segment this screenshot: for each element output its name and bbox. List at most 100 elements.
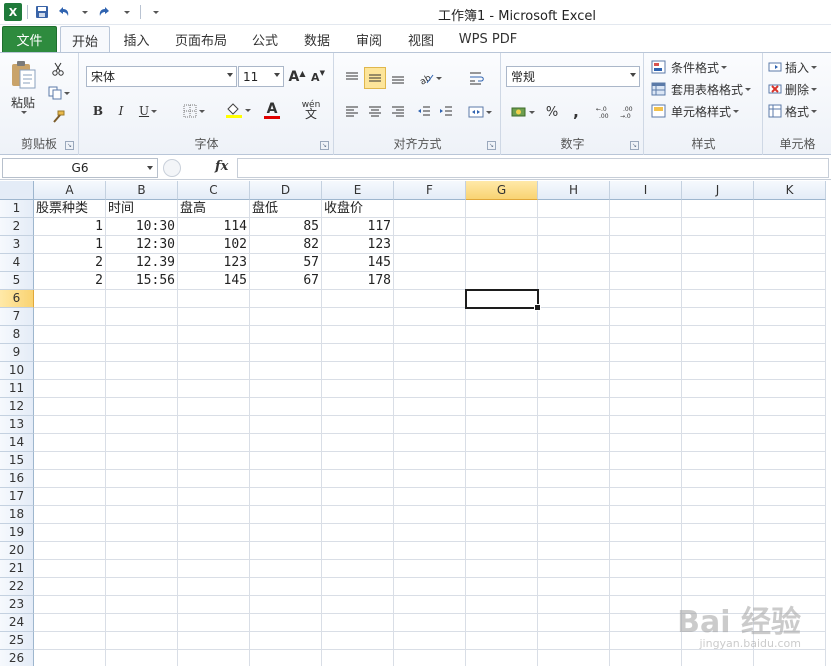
cell-d13[interactable] xyxy=(250,416,322,434)
cell-g25[interactable] xyxy=(466,632,538,650)
cell-e3[interactable]: 123 xyxy=(322,236,394,254)
undo-icon[interactable] xyxy=(54,3,72,21)
cell-g8[interactable] xyxy=(466,326,538,344)
wrap-text-button[interactable] xyxy=(465,67,489,89)
cell-j5[interactable] xyxy=(682,272,754,290)
cell-h5[interactable] xyxy=(538,272,610,290)
row-header-24[interactable]: 24 xyxy=(0,614,34,632)
cell-h26[interactable] xyxy=(538,650,610,666)
cell-e6[interactable] xyxy=(322,290,394,308)
cell-k13[interactable] xyxy=(754,416,826,434)
cell-g13[interactable] xyxy=(466,416,538,434)
cell-g21[interactable] xyxy=(466,560,538,578)
cell-b23[interactable] xyxy=(106,596,178,614)
cell-f24[interactable] xyxy=(394,614,466,632)
cell-d23[interactable] xyxy=(250,596,322,614)
cell-i10[interactable] xyxy=(610,362,682,380)
cell-c1[interactable]: 盘高 xyxy=(178,200,250,218)
cell-j20[interactable] xyxy=(682,542,754,560)
cell-c23[interactable] xyxy=(178,596,250,614)
cell-b17[interactable] xyxy=(106,488,178,506)
cell-b6[interactable] xyxy=(106,290,178,308)
grow-font-button[interactable]: A ▲ xyxy=(288,67,306,87)
cell-h22[interactable] xyxy=(538,578,610,596)
cell-b5[interactable]: 15:56 xyxy=(106,272,178,290)
cell-d20[interactable] xyxy=(250,542,322,560)
cell-b18[interactable] xyxy=(106,506,178,524)
row-header-3[interactable]: 3 xyxy=(0,236,34,254)
cell-a26[interactable] xyxy=(34,650,106,666)
cell-g18[interactable] xyxy=(466,506,538,524)
cell-j15[interactable] xyxy=(682,452,754,470)
cell-i21[interactable] xyxy=(610,560,682,578)
cell-d21[interactable] xyxy=(250,560,322,578)
select-all-corner[interactable] xyxy=(0,181,34,200)
cell-c18[interactable] xyxy=(178,506,250,524)
cell-a20[interactable] xyxy=(34,542,106,560)
cell-f25[interactable] xyxy=(394,632,466,650)
cell-k15[interactable] xyxy=(754,452,826,470)
phonetic-button[interactable]: wén 文 xyxy=(294,99,328,121)
row-header-5[interactable]: 5 xyxy=(0,272,34,290)
cell-c5[interactable]: 145 xyxy=(178,272,250,290)
cell-d18[interactable] xyxy=(250,506,322,524)
row-header-17[interactable]: 17 xyxy=(0,488,34,506)
align-top-button[interactable] xyxy=(341,67,363,89)
cell-g6[interactable] xyxy=(466,290,538,308)
cell-e21[interactable] xyxy=(322,560,394,578)
cell-k2[interactable] xyxy=(754,218,826,236)
cell-g2[interactable] xyxy=(466,218,538,236)
cell-a4[interactable]: 2 xyxy=(34,254,106,272)
cell-b26[interactable] xyxy=(106,650,178,666)
cell-a2[interactable]: 1 xyxy=(34,218,106,236)
cell-b25[interactable] xyxy=(106,632,178,650)
cell-j9[interactable] xyxy=(682,344,754,362)
fill-color-button[interactable] xyxy=(222,99,254,121)
cell-h14[interactable] xyxy=(538,434,610,452)
cell-k7[interactable] xyxy=(754,308,826,326)
cell-e20[interactable] xyxy=(322,542,394,560)
cell-c19[interactable] xyxy=(178,524,250,542)
cell-d10[interactable] xyxy=(250,362,322,380)
cell-i18[interactable] xyxy=(610,506,682,524)
cell-g12[interactable] xyxy=(466,398,538,416)
underline-button[interactable]: U xyxy=(134,101,162,121)
cell-i11[interactable] xyxy=(610,380,682,398)
cell-g17[interactable] xyxy=(466,488,538,506)
cell-g16[interactable] xyxy=(466,470,538,488)
cell-c17[interactable] xyxy=(178,488,250,506)
increase-indent-button[interactable] xyxy=(435,101,457,123)
cell-d16[interactable] xyxy=(250,470,322,488)
number-format-select[interactable]: 常规 xyxy=(506,66,640,87)
cell-c10[interactable] xyxy=(178,362,250,380)
cell-f4[interactable] xyxy=(394,254,466,272)
cell-k16[interactable] xyxy=(754,470,826,488)
cell-g26[interactable] xyxy=(466,650,538,666)
cell-f21[interactable] xyxy=(394,560,466,578)
cell-j16[interactable] xyxy=(682,470,754,488)
tab-page-layout[interactable]: 页面布局 xyxy=(170,26,232,52)
row-header-20[interactable]: 20 xyxy=(0,542,34,560)
cell-d5[interactable]: 67 xyxy=(250,272,322,290)
cell-f3[interactable] xyxy=(394,236,466,254)
cell-i25[interactable] xyxy=(610,632,682,650)
row-header-9[interactable]: 9 xyxy=(0,344,34,362)
cell-f18[interactable] xyxy=(394,506,466,524)
cell-d26[interactable] xyxy=(250,650,322,666)
cell-a19[interactable] xyxy=(34,524,106,542)
column-header-k[interactable]: K xyxy=(754,181,826,200)
column-header-a[interactable]: A xyxy=(34,181,106,200)
cell-j6[interactable] xyxy=(682,290,754,308)
cell-j19[interactable] xyxy=(682,524,754,542)
cell-c13[interactable] xyxy=(178,416,250,434)
cell-f14[interactable] xyxy=(394,434,466,452)
cell-e9[interactable] xyxy=(322,344,394,362)
column-header-d[interactable]: D xyxy=(250,181,322,200)
cell-a18[interactable] xyxy=(34,506,106,524)
cell-f7[interactable] xyxy=(394,308,466,326)
cell-j10[interactable] xyxy=(682,362,754,380)
cell-g3[interactable] xyxy=(466,236,538,254)
shrink-font-button[interactable]: A ▼ xyxy=(309,67,327,87)
cell-g19[interactable] xyxy=(466,524,538,542)
cell-g4[interactable] xyxy=(466,254,538,272)
